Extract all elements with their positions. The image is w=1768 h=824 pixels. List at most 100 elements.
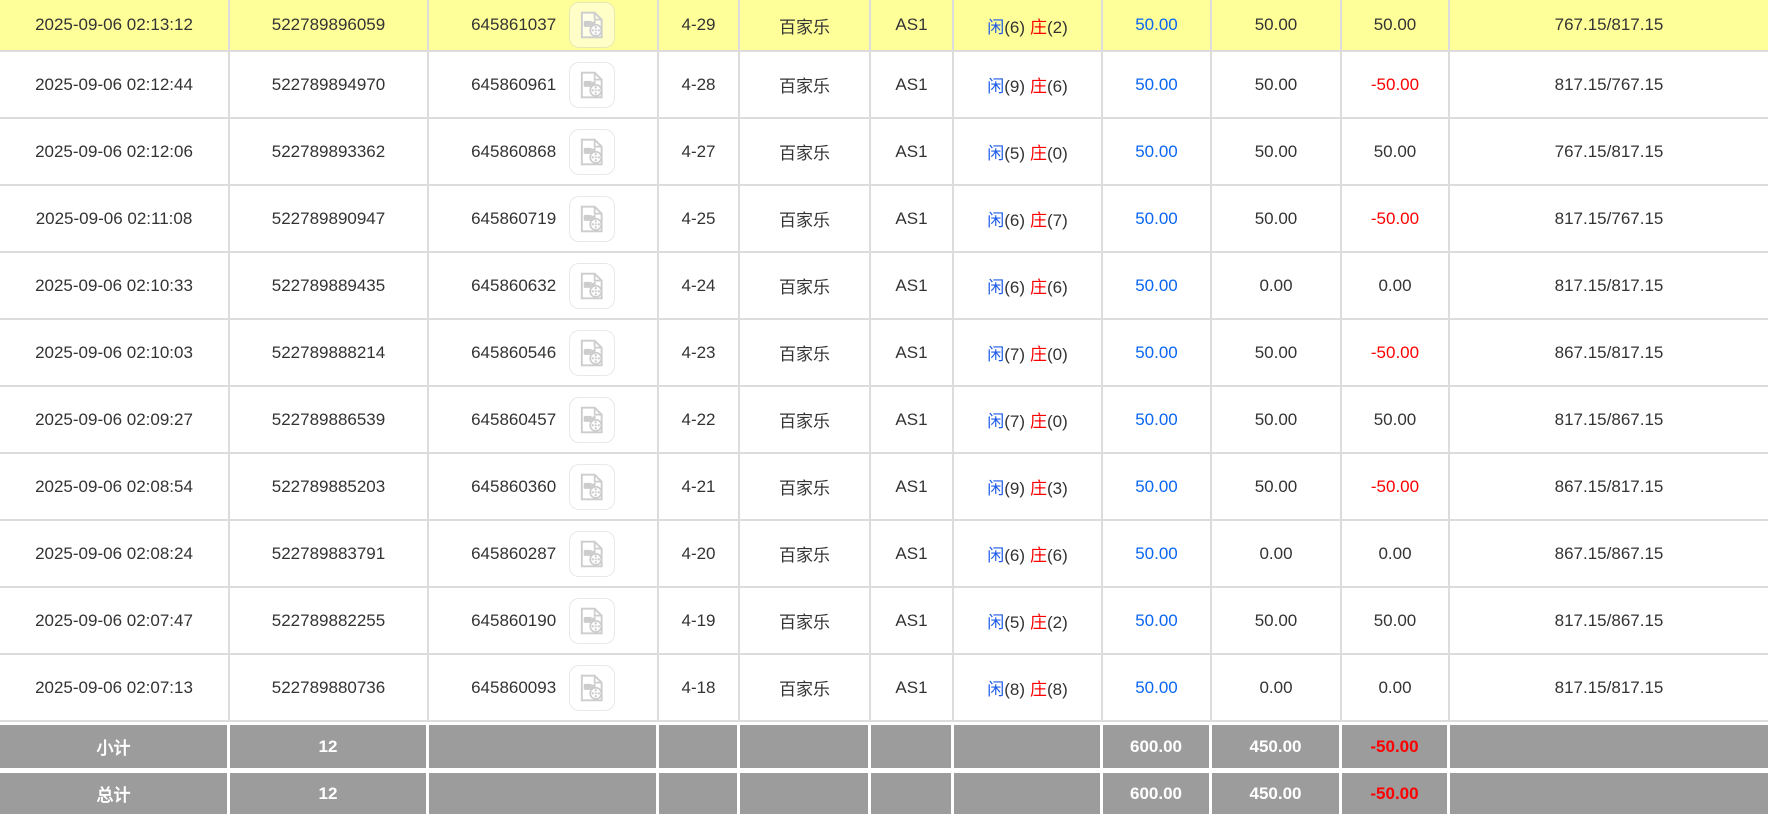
table-code: AS1 [871,119,954,186]
video-replay-button[interactable] [569,397,615,443]
game-number: 645861037 [471,15,556,34]
video-replay-button[interactable] [569,598,615,644]
bet-amount-link[interactable]: 50.00 [1135,343,1178,362]
balance-before-after: 817.15/767.15 [1450,52,1768,119]
player-result-label: 闲 [987,278,1004,297]
bet-record-row: 2025-09-06 02:07:13 522789880736 6458600… [0,655,1768,722]
game-type: 百家乐 [740,454,871,521]
total-valid-amount: 450.00 [1212,768,1342,814]
bet-record-row: 2025-09-06 02:11:08 522789890947 6458607… [0,186,1768,253]
table-code: AS1 [871,0,954,52]
bet-amount-link[interactable]: 50.00 [1135,678,1178,697]
valid-amount: 50.00 [1212,0,1342,52]
win-loss-amount: 0.00 [1342,655,1450,722]
balance-before-after: 867.15/817.15 [1450,454,1768,521]
table-code: AS1 [871,454,954,521]
video-replay-button[interactable] [569,263,615,309]
round-number: 4-21 [659,454,740,521]
round-number: 4-25 [659,186,740,253]
video-replay-button[interactable] [569,531,615,577]
subtotal-bet-amount: 600.00 [1103,722,1212,768]
player-result-label: 闲 [987,18,1004,37]
order-number: 522789889435 [230,253,429,320]
bet-amount-cell: 50.00 [1103,253,1212,320]
round-number: 4-24 [659,253,740,320]
game-number: 645860093 [471,678,556,697]
win-loss-amount: 50.00 [1342,0,1450,52]
bet-amount-link[interactable]: 50.00 [1135,209,1178,228]
game-result: 闲(9)庄(3) [954,454,1103,521]
total-win-loss: -50.00 [1342,768,1450,814]
subtotal-empty-cell [740,722,871,768]
total-row: 总计 12 600.00 450.00 -50.00 [0,768,1768,814]
game-number-cell: 645861037 [429,0,659,52]
game-number-cell: 645860719 [429,186,659,253]
bet-amount-link[interactable]: 50.00 [1135,15,1178,34]
bet-amount-cell: 50.00 [1103,186,1212,253]
bet-time: 2025-09-06 02:12:44 [0,52,230,119]
balance-before-after: 767.15/817.15 [1450,119,1768,186]
game-type: 百家乐 [740,0,871,52]
player-result-label: 闲 [987,345,1004,364]
video-replay-button[interactable] [569,2,615,48]
game-number-cell: 645860093 [429,655,659,722]
video-replay-button[interactable] [569,62,615,108]
valid-amount: 0.00 [1212,253,1342,320]
player-score: (6) [1004,546,1025,565]
bet-time: 2025-09-06 02:07:47 [0,588,230,655]
round-number: 4-27 [659,119,740,186]
video-replay-button[interactable] [569,330,615,376]
video-file-icon [577,539,607,569]
bet-amount-link[interactable]: 50.00 [1135,611,1178,630]
order-number: 522789886539 [230,387,429,454]
bet-record-row: 2025-09-06 02:08:24 522789883791 6458602… [0,521,1768,588]
subtotal-empty-cell [1450,722,1768,768]
bet-amount-link[interactable]: 50.00 [1135,142,1178,161]
round-number: 4-28 [659,52,740,119]
valid-amount: 50.00 [1212,186,1342,253]
banker-score: (6) [1047,77,1068,96]
win-loss-amount: 50.00 [1342,588,1450,655]
bet-record-row: 2025-09-06 02:10:33 522789889435 6458606… [0,253,1768,320]
bet-time: 2025-09-06 02:08:54 [0,454,230,521]
bet-amount-link[interactable]: 50.00 [1135,75,1178,94]
bet-time: 2025-09-06 02:10:33 [0,253,230,320]
game-number: 645860190 [471,611,556,630]
bet-amount-link[interactable]: 50.00 [1135,276,1178,295]
game-type: 百家乐 [740,186,871,253]
video-replay-button[interactable] [569,665,615,711]
video-file-icon [577,204,607,234]
total-empty-cell [740,768,871,814]
video-replay-button[interactable] [569,464,615,510]
total-label: 总计 [0,768,230,814]
video-file-icon [577,137,607,167]
balance-before-after: 817.15/867.15 [1450,387,1768,454]
bet-time: 2025-09-06 02:11:08 [0,186,230,253]
video-replay-button[interactable] [569,129,615,175]
banker-score: (0) [1047,144,1068,163]
bet-amount-link[interactable]: 50.00 [1135,410,1178,429]
round-number: 4-18 [659,655,740,722]
bet-amount-cell: 50.00 [1103,521,1212,588]
player-score: (9) [1004,479,1025,498]
player-result-label: 闲 [987,546,1004,565]
game-number: 645860287 [471,544,556,563]
balance-before-after: 867.15/817.15 [1450,320,1768,387]
win-loss-amount: 50.00 [1342,119,1450,186]
round-number: 4-19 [659,588,740,655]
bet-amount-cell: 50.00 [1103,655,1212,722]
game-result: 闲(5)庄(0) [954,119,1103,186]
game-type: 百家乐 [740,119,871,186]
bet-records-table: 2025-09-06 02:13:12 522789896059 6458610… [0,0,1768,814]
valid-amount: 50.00 [1212,52,1342,119]
player-result-label: 闲 [987,144,1004,163]
win-loss-amount: 0.00 [1342,253,1450,320]
total-empty-cell [871,768,954,814]
game-type: 百家乐 [740,320,871,387]
bet-amount-link[interactable]: 50.00 [1135,477,1178,496]
video-replay-button[interactable] [569,196,615,242]
bet-amount-link[interactable]: 50.00 [1135,544,1178,563]
bet-time: 2025-09-06 02:12:06 [0,119,230,186]
bet-time: 2025-09-06 02:10:03 [0,320,230,387]
valid-amount: 0.00 [1212,655,1342,722]
